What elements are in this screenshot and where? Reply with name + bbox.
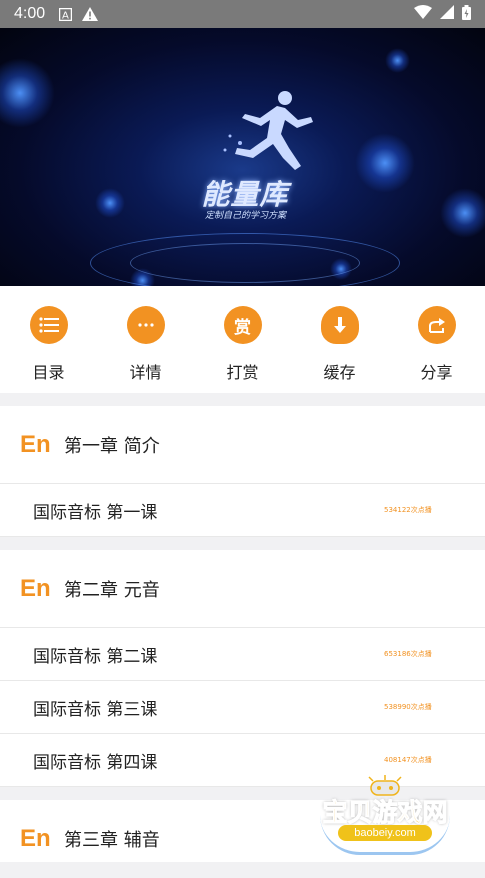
lesson-play-count: 538990次点播 [384,703,432,711]
battery-icon [462,4,471,24]
catalog-label: 目录 [32,363,65,382]
lesson-item[interactable]: 国际音标 第三课 538990次点播 [0,681,485,734]
share-icon [417,306,456,344]
en-badge-icon: En [20,430,51,458]
wifi-icon [414,5,432,23]
chapter-header[interactable]: En 第一章 简介 [0,406,485,484]
details-label: 详情 [129,363,162,382]
watermark-text: 宝贝游戏网 [322,798,448,828]
chapter-section: En 第二章 元音 国际音标 第二课 653186次点播 国际音标 第三课 53… [0,550,485,787]
runner-logo-icon [215,88,325,177]
more-dots-icon [126,306,165,344]
chapter-title: 第二章 元音 [64,579,160,601]
lesson-title: 国际音标 第三课 [33,699,158,720]
lesson-title: 国际音标 第四课 [33,752,158,773]
watermark-url: baobeiy.com [338,825,432,841]
details-button[interactable]: 详情 [106,306,186,383]
notification-a-icon: A [59,7,73,21]
cloud-download-icon [320,306,359,344]
banner-logo-title: 能量库 [201,178,289,211]
lesson-play-count: 408147次点播 [384,756,432,764]
en-badge-icon: En [20,825,51,852]
chapter-header[interactable]: En 第二章 元音 [0,550,485,628]
signal-icon [440,5,454,23]
cache-label: 缓存 [323,363,356,382]
list-icon [29,306,68,344]
reward-label: 打赏 [226,363,259,382]
svg-text:A: A [62,10,69,21]
lesson-title: 国际音标 第一课 [33,502,158,523]
lesson-item[interactable]: 国际音标 第二课 653186次点播 [0,628,485,681]
status-time: 4:00 [14,5,46,22]
course-banner: 能量库 定制自己的学习方案 [0,28,485,286]
lesson-item[interactable]: 国际音标 第一课 534122次点播 [0,484,485,537]
share-label: 分享 [420,363,453,382]
watermark-logo: 宝贝游戏网 baobeiy.com [310,775,460,860]
share-button[interactable]: 分享 [397,306,477,383]
cache-button[interactable]: 缓存 [300,306,380,383]
reward-icon: 赏 [223,306,262,344]
en-badge-icon: En [20,574,51,602]
lesson-play-count: 653186次点播 [384,650,432,658]
status-bar: 4:00 A [0,0,485,28]
catalog-button[interactable]: 目录 [9,306,89,383]
chapter-title: 第三章 辅音 [64,830,160,851]
chapter-title: 第一章 简介 [64,435,160,457]
warning-icon [82,7,99,21]
chapter-section: En 第一章 简介 国际音标 第一课 534122次点播 [0,406,485,537]
reward-button[interactable]: 赏 打赏 [203,306,283,383]
action-bar: 目录 详情 赏 打赏 缓存 分享 [0,286,485,393]
lesson-title: 国际音标 第二课 [33,646,158,667]
lesson-play-count: 534122次点播 [384,506,432,514]
banner-logo-subtitle: 定制自己的学习方案 [204,211,286,221]
